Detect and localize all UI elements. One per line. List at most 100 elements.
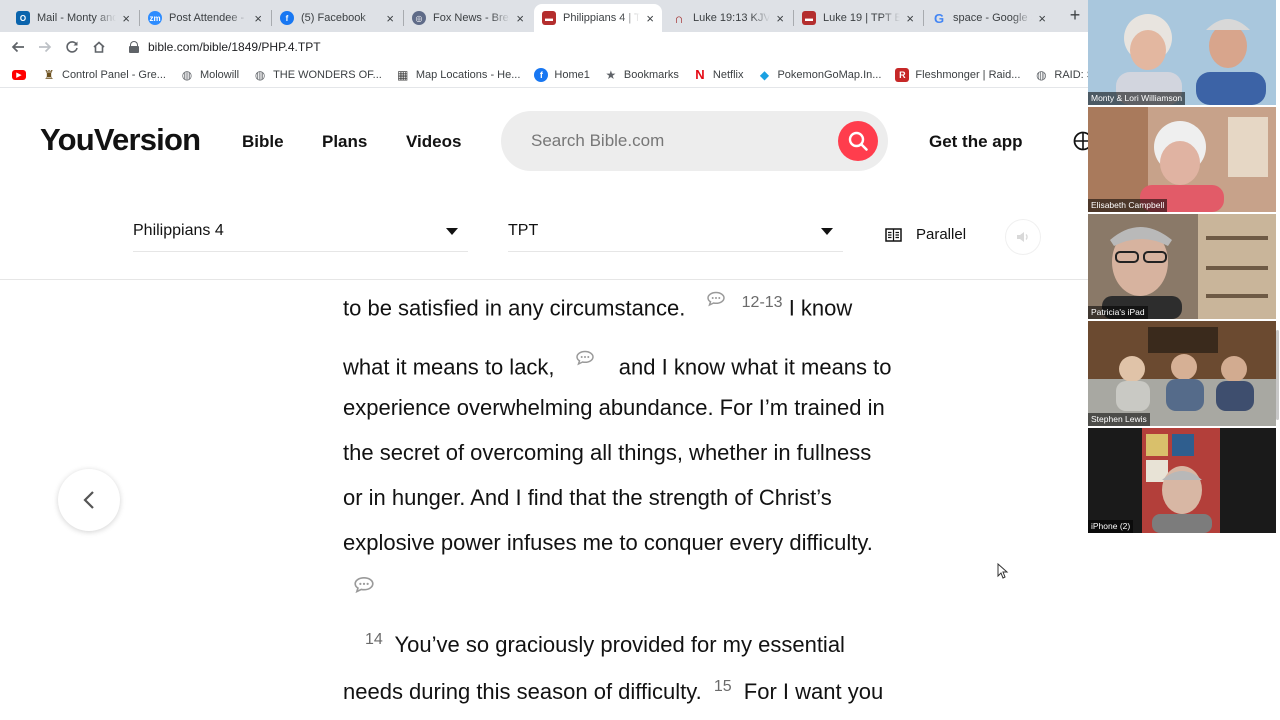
- tab-luke-kjv[interactable]: ∩ Luke 19:13 KJV - ×: [664, 4, 792, 32]
- tab-title: space - Google S: [953, 12, 1033, 24]
- zoom-icon: zm: [148, 11, 162, 25]
- star-icon: ★: [605, 67, 617, 82]
- tab-fox-news[interactable]: ◎ Fox News - Break ×: [404, 4, 532, 32]
- new-tab-button[interactable]: +: [1064, 5, 1086, 27]
- participant-video-tile[interactable]: Patricia's iPad: [1088, 214, 1276, 319]
- tab-title: Post Attendee - Z: [169, 12, 249, 24]
- note-bubble-icon[interactable]: [706, 291, 726, 307]
- bookmark-map-locations[interactable]: ▦ Map Locations - He...: [396, 68, 520, 82]
- bookmark-netflix[interactable]: N Netflix: [693, 67, 744, 82]
- verse-line: what it means to lack, and I know what i…: [343, 350, 892, 380]
- verse-text: to be satisfied in any circumstance.: [343, 295, 686, 321]
- tab-title: (5) Facebook: [301, 12, 366, 24]
- close-tab-icon[interactable]: ×: [1038, 11, 1046, 26]
- search-button[interactable]: [838, 121, 878, 161]
- speaker-icon: [1017, 232, 1028, 242]
- tab-facebook[interactable]: f (5) Facebook ×: [272, 4, 402, 32]
- verse-text: For I want you: [743, 679, 884, 704]
- book-chapter-label: Philippians 4: [133, 222, 224, 239]
- tab-google[interactable]: G space - Google S ×: [924, 4, 1054, 32]
- tab-zoom[interactable]: zm Post Attendee - Z ×: [140, 4, 270, 32]
- tab-philippians[interactable]: ▬ Philippians 4 | TP ×: [534, 4, 662, 32]
- participant-video-tile[interactable]: Stephen Lewis: [1088, 321, 1276, 426]
- participant-video-feed: [1088, 107, 1276, 212]
- forward-arrow-icon[interactable]: [32, 34, 58, 60]
- audio-play-button[interactable]: [1005, 219, 1041, 255]
- verse-text: needs during this season of difficulty.: [343, 679, 702, 704]
- participant-video-tile[interactable]: Monty & Lori Williamson: [1088, 0, 1276, 105]
- biblegateway-icon: ∩: [674, 10, 684, 26]
- reader-controls: Philippians 4 TPT Parallel: [0, 210, 1088, 280]
- verse-number: 12-13: [741, 294, 783, 311]
- participant-name: Patricia's iPad: [1088, 306, 1148, 319]
- globe-icon: ◍: [181, 67, 193, 82]
- participant-video-tile[interactable]: iPhone (2): [1088, 428, 1276, 533]
- version-select[interactable]: TPT: [508, 210, 843, 252]
- site-header: YouVersion Bible Plans Videos Get the ap…: [0, 90, 1088, 190]
- participant-name: Stephen Lewis: [1088, 413, 1150, 426]
- participant-video-tile[interactable]: Elisabeth Campbell: [1088, 107, 1276, 212]
- back-arrow-icon[interactable]: [5, 34, 31, 60]
- close-tab-icon[interactable]: ×: [776, 11, 784, 26]
- bookmark-label: Netflix: [712, 68, 744, 81]
- bookmark-label: Molowill: [199, 68, 240, 81]
- close-tab-icon[interactable]: ×: [254, 11, 262, 26]
- bookmark-home1[interactable]: f Home1: [534, 67, 590, 82]
- nav-bible[interactable]: Bible: [242, 132, 284, 152]
- search-icon: [848, 131, 868, 151]
- note-bubble-icon[interactable]: [575, 350, 595, 366]
- bookmark-control-panel[interactable]: ♜ Control Panel - Gre...: [42, 68, 166, 82]
- search-box: [501, 111, 888, 171]
- bookmark-pokemongomap[interactable]: ◆ PokemonGoMap.In...: [757, 68, 882, 82]
- nav-videos[interactable]: Videos: [406, 132, 461, 152]
- parallel-button[interactable]: Parallel: [885, 226, 966, 243]
- bookmark-molowill[interactable]: ◍ Molowill: [180, 68, 239, 82]
- globe-icon: ◍: [254, 67, 266, 82]
- note-bubble-icon[interactable]: [353, 576, 375, 594]
- bookmark-wonders[interactable]: ◍ THE WONDERS OF...: [253, 68, 382, 82]
- verse-text: I know: [788, 295, 853, 321]
- close-tab-icon[interactable]: ×: [646, 11, 654, 26]
- globe-icon: ◍: [1036, 67, 1047, 82]
- panel-scrollbar[interactable]: [1276, 330, 1279, 420]
- verse-text: and I know what it means to: [618, 354, 892, 380]
- home-icon[interactable]: [86, 34, 112, 60]
- parallel-columns-icon: [885, 227, 902, 242]
- language-globe-icon[interactable]: [1073, 131, 1088, 151]
- bible-icon: ▬: [542, 11, 556, 25]
- tab-title: Luke 19:13 KJV -: [693, 12, 771, 24]
- address-bar[interactable]: bible.com/bible/1849/PHP.4.TPT: [116, 34, 1084, 60]
- bookmark-label: PokemonGoMap.In...: [777, 68, 882, 81]
- bookmark-youtube[interactable]: ▶: [12, 69, 32, 80]
- participant-name: Monty & Lori Williamson: [1088, 92, 1186, 105]
- book-chapter-select[interactable]: Philippians 4: [133, 210, 468, 252]
- tab-title: Fox News - Break: [433, 12, 510, 24]
- participant-video-feed: [1088, 0, 1276, 105]
- facebook-icon: f: [534, 67, 549, 82]
- bookmark-label: RAID: Shadow Lege...: [1054, 68, 1088, 81]
- close-tab-icon[interactable]: ×: [122, 11, 130, 26]
- search-input[interactable]: [531, 129, 821, 153]
- nav-plans[interactable]: Plans: [322, 132, 367, 152]
- close-tab-icon[interactable]: ×: [906, 11, 914, 26]
- bookmark-folder-bookmarks[interactable]: ★ Bookmarks: [604, 67, 678, 82]
- bookmark-fleshmonger[interactable]: R Fleshmonger | Raid...: [895, 67, 1020, 82]
- bookmarks-bar: ▶ ♜ Control Panel - Gre... ◍ Molowill ◍ …: [0, 62, 1088, 88]
- previous-chapter-button[interactable]: [58, 469, 120, 531]
- reload-icon[interactable]: [59, 34, 85, 60]
- raid-icon: R: [895, 67, 910, 82]
- bookmark-label: THE WONDERS OF...: [273, 68, 382, 81]
- youversion-logo[interactable]: YouVersion: [40, 122, 201, 158]
- facebook-icon: f: [280, 11, 294, 25]
- url-text: bible.com/bible/1849/PHP.4.TPT: [148, 40, 321, 54]
- close-tab-icon[interactable]: ×: [386, 11, 394, 26]
- bookmark-raid[interactable]: ◍ RAID: Shadow Lege...: [1034, 68, 1088, 82]
- tab-mail[interactable]: O Mail - Monty and ×: [8, 4, 138, 32]
- verse-line: experience overwhelming abundance. For I…: [343, 395, 885, 420]
- close-tab-icon[interactable]: ×: [516, 11, 524, 26]
- verse-line: 14 You’ve so graciously provided for my …: [365, 631, 845, 658]
- tab-luke-tpt[interactable]: ▬ Luke 19 | TPT Bib ×: [794, 4, 922, 32]
- get-the-app-link[interactable]: Get the app: [929, 132, 1023, 152]
- verse-line: to be satisfied in any circumstance. 12-…: [343, 291, 852, 321]
- participant-video-feed: [1088, 428, 1276, 533]
